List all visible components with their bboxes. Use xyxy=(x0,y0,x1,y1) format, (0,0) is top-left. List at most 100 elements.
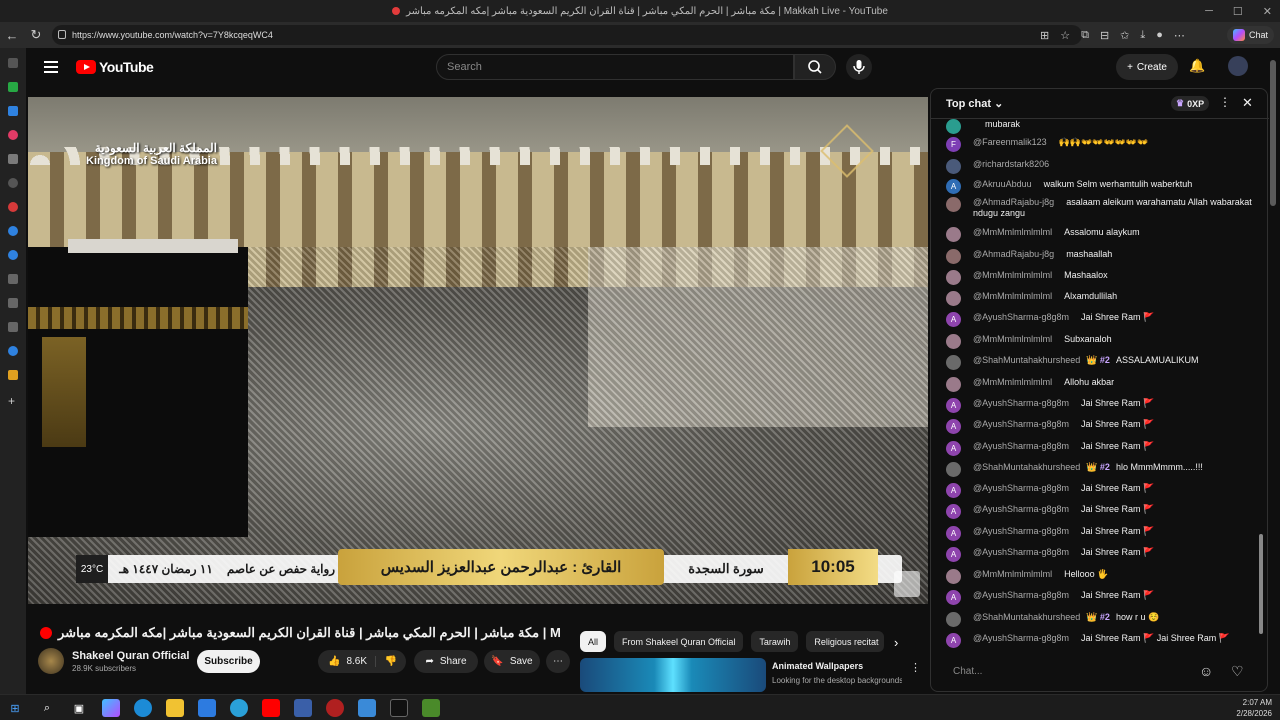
app-grey3-icon[interactable] xyxy=(8,322,18,332)
recommendation-menu-icon[interactable]: ⋮ xyxy=(910,661,921,674)
chat-avatar[interactable] xyxy=(946,249,961,264)
chat-avatar[interactable]: A xyxy=(946,504,961,519)
chat-author[interactable]: @MmMmlmlmlmlml xyxy=(973,227,1052,237)
chat-mode-dropdown[interactable]: Top chat ⌄ xyxy=(946,97,1003,110)
chevron-right-icon[interactable]: › xyxy=(894,635,898,650)
chat-avatar[interactable]: A xyxy=(946,312,961,327)
chat-message[interactable]: @AhmadRajabu-j8g asalaam aleikum warahama… xyxy=(946,197,1258,219)
chat-author[interactable]: @AyushSharma-g8g8m xyxy=(973,441,1069,451)
chevron-down-icon[interactable] xyxy=(8,58,18,68)
chat-author[interactable]: @MmMmlmlmlmlml xyxy=(973,377,1052,387)
app-blue-icon[interactable] xyxy=(8,106,18,116)
chip-all[interactable]: All xyxy=(580,631,607,652)
account-avatar[interactable] xyxy=(1228,56,1248,76)
notifications-bell-icon[interactable]: 🔔 xyxy=(1189,58,1205,74)
xp-badge[interactable]: ♛ 0XP xyxy=(1171,96,1210,111)
save-button[interactable]: 🔖 Save xyxy=(484,650,540,673)
chat-message[interactable]: @MmMmlmlmlmlml Mashaalox xyxy=(946,270,1258,285)
recommendation-title[interactable]: Animated Wallpapers xyxy=(772,661,863,671)
chat-message[interactable]: A @AyushSharma-g8g8m Jai Shree Ram 🚩 xyxy=(946,483,1258,498)
heart-icon[interactable]: ♡ xyxy=(1231,663,1244,680)
chip-religious[interactable]: Religious recitat xyxy=(806,631,885,652)
chat-author[interactable]: @ShahMuntahakhursheed xyxy=(973,462,1080,472)
chat-author[interactable]: @ShahMuntahakhursheed xyxy=(973,355,1080,365)
chat-message[interactable]: @MmMmlmlmlmlml Allohu akbar xyxy=(946,377,1258,392)
store-icon[interactable] xyxy=(198,699,216,717)
chat-author[interactable]: @MmMmlmlmlmlml xyxy=(973,291,1052,301)
app-blue-square-icon[interactable] xyxy=(294,699,312,717)
chat-author[interactable]: @AyushSharma-g8g8m xyxy=(973,419,1069,429)
chat-avatar[interactable] xyxy=(946,270,961,285)
edge-icon[interactable] xyxy=(134,699,152,717)
chat-message[interactable]: mubarak xyxy=(946,119,1258,134)
maximize-icon[interactable]: ☐ xyxy=(1233,5,1243,18)
emoji-icon[interactable]: ☺ xyxy=(1199,663,1213,679)
chat-message[interactable]: A @AyushSharma-g8g8m Jai Shree Ram 🚩 xyxy=(946,547,1258,562)
chat-avatar[interactable] xyxy=(946,612,961,627)
video-player[interactable]: المملكة العربية السعودية Kingdom of Saud… xyxy=(28,97,928,604)
chat-author[interactable]: @AyushSharma-g8g8m xyxy=(973,483,1069,493)
chat-avatar[interactable]: A xyxy=(946,441,961,456)
app-red-circle-icon[interactable] xyxy=(326,699,344,717)
add-icon[interactable]: + xyxy=(8,395,18,407)
chat-message[interactable]: @MmMmlmlmlmlml Assalomu alaykum xyxy=(946,227,1258,242)
app-multi-icon[interactable] xyxy=(8,370,18,380)
chat-avatar[interactable] xyxy=(946,569,961,584)
audio-icon[interactable] xyxy=(8,154,18,164)
chat-avatar[interactable]: A xyxy=(946,526,961,541)
task-view-icon[interactable]: ▣ xyxy=(70,699,88,717)
more-actions-button[interactable]: ⋯ xyxy=(546,650,570,673)
app-capcut-icon[interactable] xyxy=(390,699,408,717)
chat-message[interactable]: @ShahMuntahakhursheed 👑 #2 ASSALAMUALIKUM xyxy=(946,355,1258,370)
app-nvidia-icon[interactable] xyxy=(422,699,440,717)
youtube-logo[interactable]: YouTube xyxy=(76,59,154,75)
copilot-app-icon[interactable] xyxy=(102,699,120,717)
chat-message[interactable]: @richardstark8206 xyxy=(946,159,1258,174)
profile-icon[interactable]: ● xyxy=(1156,29,1163,41)
chat-input[interactable]: Chat... xyxy=(941,660,1197,684)
chat-message[interactable]: A @AyushSharma-g8g8m Jai Shree Ram 🚩 xyxy=(946,441,1258,456)
chat-message[interactable]: A @AyushSharma-g8g8m Jai Shree Ram 🚩 xyxy=(946,504,1258,519)
chat-avatar[interactable]: A xyxy=(946,419,961,434)
menu-icon[interactable] xyxy=(44,61,58,73)
chat-avatar[interactable]: A xyxy=(946,179,961,194)
chat-avatar[interactable] xyxy=(946,291,961,306)
chat-author[interactable]: @Fareenmalik123 xyxy=(973,137,1047,147)
chat-avatar[interactable] xyxy=(946,334,961,349)
split-screen-icon[interactable]: ⊟ xyxy=(1100,29,1109,42)
chat-avatar[interactable]: A xyxy=(946,633,961,648)
record-icon[interactable] xyxy=(8,130,18,140)
chat-message[interactable]: F @Fareenmalik123 🙌🙌👐👐👐👐👐👐 xyxy=(946,137,1258,152)
share-button[interactable]: ➦ Share xyxy=(414,650,478,673)
chat-author[interactable]: @AyushSharma-g8g8m xyxy=(973,526,1069,536)
chat-more-icon[interactable]: ⋮ xyxy=(1219,95,1231,109)
file-explorer-icon[interactable] xyxy=(166,699,184,717)
chat-author[interactable]: @AyushSharma-g8g8m xyxy=(973,398,1069,408)
chat-avatar[interactable]: A xyxy=(946,398,961,413)
more-icon[interactable]: ⋯ xyxy=(1174,29,1185,42)
app-s3-icon[interactable] xyxy=(8,346,18,356)
chip-from-channel[interactable]: From Shakeel Quran Official xyxy=(614,631,744,652)
chat-author[interactable]: @AhmadRajabu-j8g xyxy=(973,249,1054,259)
chat-avatar[interactable] xyxy=(946,197,961,212)
channel-avatar[interactable] xyxy=(38,648,64,674)
settings-icon[interactable] xyxy=(8,178,18,188)
subscribe-button[interactable]: Subscribe xyxy=(197,650,260,673)
chat-avatar[interactable] xyxy=(946,355,961,370)
chat-message-list[interactable]: mubarak F @Fareenmalik123 🙌🙌👐👐👐👐👐👐 @richards… xyxy=(931,119,1261,651)
chat-message[interactable]: A @AyushSharma-g8g8m Jai Shree Ram 🚩 xyxy=(946,312,1258,327)
back-icon[interactable]: ← xyxy=(0,28,24,43)
chip-tarawih[interactable]: Tarawih xyxy=(751,631,799,652)
minimize-icon[interactable]: ─ xyxy=(1205,5,1213,17)
windows-start-icon[interactable]: ⊞ xyxy=(6,699,24,717)
chat-author[interactable]: @MmMmlmlmlmlml xyxy=(973,270,1052,280)
address-bar[interactable]: https://www.youtube.com/watch?v=7Y8kcqeq… xyxy=(52,25,1082,45)
search-icon[interactable]: ⌕ xyxy=(38,699,56,717)
chat-author[interactable]: @AyushSharma-g8g8m xyxy=(973,633,1069,643)
chat-avatar[interactable] xyxy=(946,159,961,174)
chat-author[interactable]: @MmMmlmlmlmlml xyxy=(973,334,1052,344)
chat-avatar[interactable] xyxy=(946,462,961,477)
chat-avatar[interactable]: A xyxy=(946,547,961,562)
downloads-icon[interactable]: ⤓ xyxy=(1140,29,1145,42)
app-red-icon[interactable] xyxy=(8,202,18,212)
